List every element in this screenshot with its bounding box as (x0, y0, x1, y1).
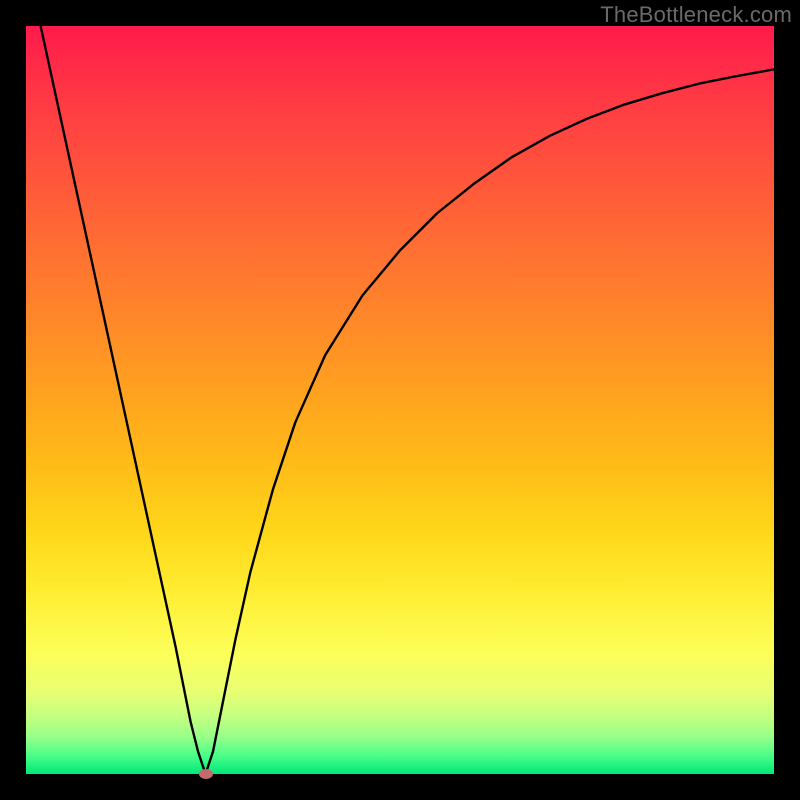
bottleneck-curve (26, 0, 774, 774)
chart-curve-layer (26, 26, 774, 774)
watermark-text: TheBottleneck.com (600, 2, 792, 28)
minimum-marker (199, 769, 213, 779)
chart-frame (26, 26, 774, 774)
